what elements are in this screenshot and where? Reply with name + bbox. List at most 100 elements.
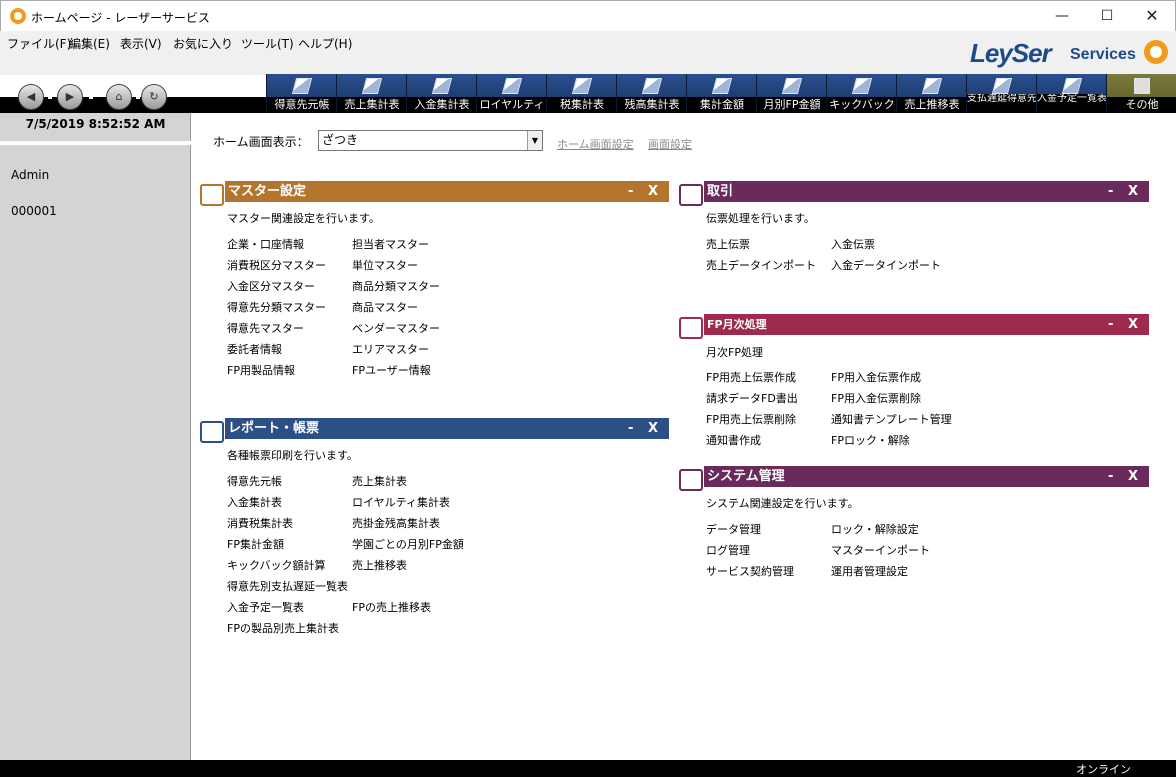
link-customer-category-master[interactable]: 得意先分類マスター [227,299,326,315]
current-datetime: 7/5/2019 8:52:52 AM [25,117,166,131]
toolbar-label: 入金予定一覧表 [1037,94,1107,113]
link-payment-schedule-list[interactable]: 入金予定一覧表 [227,599,304,615]
link-fp-sales-trend[interactable]: FPの売上推移表 [352,599,431,615]
toolbar-customer-ledger[interactable]: 得意先元帳 [266,74,337,113]
toolbar-tax-summary[interactable]: 税集計表 [546,74,617,113]
link-consignor-info[interactable]: 委託者情報 [227,341,282,357]
app-logo-icon [10,8,26,24]
link-fp-sales-slip-create[interactable]: FP用売上伝票作成 [706,369,796,385]
link-fp-lock-unlock[interactable]: FPロック・解除 [831,432,910,448]
link-product-category-master[interactable]: 商品分類マスター [352,278,440,294]
menu-help[interactable]: ヘルプ(H) [298,35,352,52]
menu-edit[interactable]: 編集(E) [69,35,110,52]
link-staff-master[interactable]: 担当者マスター [352,236,429,252]
link-payment-data-import[interactable]: 入金データインポート [831,257,941,273]
chevron-down-icon[interactable]: ▼ [527,131,542,150]
panel-controls[interactable]: - X [628,418,663,439]
link-fp-product-info[interactable]: FP用製品情報 [227,362,295,378]
link-operator-management[interactable]: 運用者管理設定 [831,563,908,579]
panel-transactions: 取引 - X 伝票処理を行います。 売上伝票 売上データインポート 入金伝票 入… [676,181,1149,281]
toolbar-overdue-customers[interactable]: 支払遅延得意先一覧 [966,74,1037,113]
maximize-button[interactable]: ☐ [1084,1,1130,31]
report-icon [361,77,383,95]
link-customer-master[interactable]: 得意先マスター [227,320,304,336]
nav-separator [89,95,93,99]
panel-controls[interactable]: - X [1108,181,1143,202]
toolbar-other[interactable]: その他 [1106,74,1176,113]
link-sales-trend[interactable]: 売上推移表 [352,557,407,573]
report-icon [991,77,1013,95]
toolbar-label: ロイヤルティ [477,97,547,113]
toolbar-royalty[interactable]: ロイヤルティ [476,74,547,113]
sidebar-divider [0,141,191,145]
link-fp-sales-slip-delete[interactable]: FP用売上伝票削除 [706,411,796,427]
link-receivable-balance-summary[interactable]: 売掛金残高集計表 [352,515,440,531]
link-tax-category-master[interactable]: 消費税区分マスター [227,257,326,273]
menu-favorites[interactable]: お気に入り [173,35,233,52]
toolbar-payment-schedule[interactable]: 入金予定一覧表 [1036,74,1107,113]
home-display-select[interactable]: ざつき ▼ [318,130,543,151]
link-billing-fd-export[interactable]: 請求データFD書出 [706,390,798,406]
toolbar-label: 月別FP金額 [757,97,827,113]
link-kickback-calc[interactable]: キックバック額計算 [227,557,325,573]
toolbar-sales-trend[interactable]: 売上推移表 [896,74,967,113]
link-company-account[interactable]: 企業・口座情報 [227,236,304,252]
report-icon [1061,77,1083,95]
panel-controls[interactable]: - X [628,181,663,202]
link-sales-summary[interactable]: 売上集計表 [352,473,407,489]
toolbar-monthly-fp[interactable]: 月別FP金額 [756,74,827,113]
link-fp-user-info[interactable]: FPユーザー情報 [352,362,431,378]
window-title: ホームページ - レーザーサービス [31,11,210,25]
link-overdue-customer-list[interactable]: 得意先別支払遅延一覧表 [227,578,348,594]
toolbar-balance-summary[interactable]: 残高集計表 [616,74,687,113]
panel-header: システム管理 - X [704,466,1149,487]
link-lock-unlock-settings[interactable]: ロック・解除設定 [831,521,919,537]
link-fp-total-amount[interactable]: FP集計金額 [227,536,284,552]
menu-file[interactable]: ファイル(F) [7,35,71,52]
link-consumption-tax-summary[interactable]: 消費税集計表 [227,515,293,531]
link-royalty-summary[interactable]: ロイヤルティ集計表 [352,494,450,510]
link-master-import[interactable]: マスターインポート [831,542,930,558]
link-notice-template-manage[interactable]: 通知書テンプレート管理 [831,411,952,427]
close-button[interactable]: ✕ [1129,1,1175,31]
link-payment-category-master[interactable]: 入金区分マスター [227,278,315,294]
report-icon [291,77,313,95]
panel-controls[interactable]: - X [1108,314,1143,335]
logo-sub-text: Services [1070,46,1136,63]
link-service-contract[interactable]: サービス契約管理 [706,563,794,579]
link-payment-slip[interactable]: 入金伝票 [831,236,875,252]
toolbar-kickback[interactable]: キックバック [826,74,897,113]
home-icon[interactable]: ⌂ [106,84,132,110]
link-product-master[interactable]: 商品マスター [352,299,418,315]
link-unit-master[interactable]: 単位マスター [352,257,418,273]
link-customer-ledger[interactable]: 得意先元帳 [227,473,282,489]
link-notice-create[interactable]: 通知書作成 [706,432,761,448]
link-fp-payment-slip-delete[interactable]: FP用入金伝票削除 [831,390,921,406]
menu-tools[interactable]: ツール(T) [241,35,294,52]
link-vendor-master[interactable]: ベンダーマスター [352,320,440,336]
link-area-master[interactable]: エリアマスター [352,341,429,357]
user-code: 000001 [11,204,57,218]
panel-controls[interactable]: - X [1108,466,1143,487]
minimize-button[interactable]: — [1039,1,1085,31]
report-icon [641,77,663,95]
link-sales-slip[interactable]: 売上伝票 [706,236,750,252]
menu-view[interactable]: 表示(V) [120,35,162,52]
link-school-monthly-fp[interactable]: 学園ごとの月別FP金額 [352,536,464,552]
link-fp-product-sales-summary[interactable]: FPの製品別売上集計表 [227,620,339,636]
back-icon[interactable]: ◀ [18,84,44,110]
link-log-management[interactable]: ログ管理 [706,542,750,558]
link-fp-payment-slip-create[interactable]: FP用入金伝票作成 [831,369,921,385]
screen-settings-link[interactable]: 画面設定 [648,136,692,152]
link-data-management[interactable]: データ管理 [706,521,761,537]
home-settings-link[interactable]: ホーム画面設定 [557,136,634,152]
toolbar-payment-summary[interactable]: 入金集計表 [406,74,477,113]
toolbar-label: その他 [1107,97,1176,113]
panel-header: レポート・帳票 - X [225,418,669,439]
link-payment-summary[interactable]: 入金集計表 [227,494,282,510]
refresh-icon[interactable]: ↻ [141,84,167,110]
toolbar-total-amount[interactable]: 集計金額 [686,74,757,113]
toolbar-sales-summary[interactable]: 売上集計表 [336,74,407,113]
forward-icon[interactable]: ▶ [57,84,83,110]
link-sales-data-import[interactable]: 売上データインポート [706,257,816,273]
